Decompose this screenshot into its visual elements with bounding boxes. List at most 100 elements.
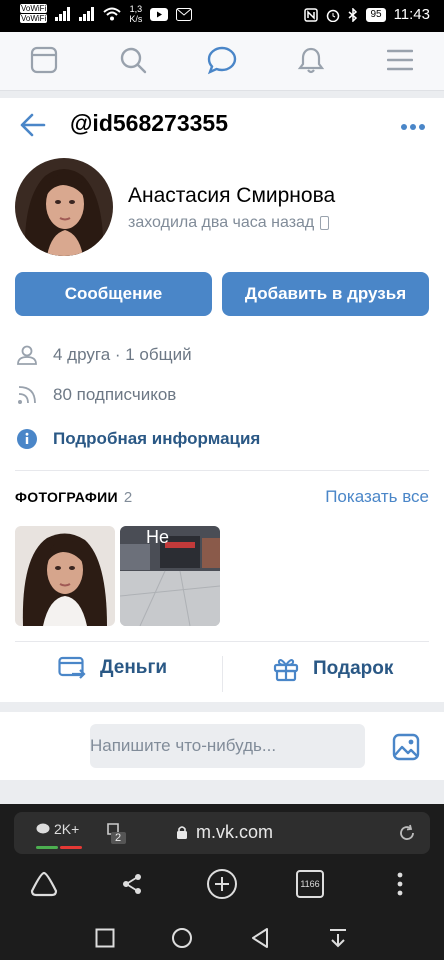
last-seen: заходила два часа назад — [128, 214, 330, 232]
app-top-nav — [0, 32, 444, 91]
nav-search-button[interactable] — [117, 44, 149, 76]
status-time: 11:43 — [393, 6, 430, 23]
arrow-left-icon — [20, 113, 46, 137]
followers-row[interactable]: 80 подписчиков — [15, 383, 176, 407]
refresh-icon[interactable] — [398, 824, 416, 842]
download-arrow-icon — [330, 929, 346, 948]
mobile-icon — [320, 216, 330, 230]
nav-feed-button[interactable] — [28, 44, 60, 76]
tabs-badge[interactable]: 2K+ — [36, 821, 79, 837]
lock-icon — [177, 826, 187, 839]
more-icon — [401, 124, 425, 130]
nav-messages-button[interactable] — [206, 44, 238, 76]
tabs-badge-count: 2K+ — [54, 821, 80, 837]
search-icon — [120, 47, 147, 74]
photo-overlay-text: He — [146, 527, 169, 547]
mall-photo: He — [120, 526, 220, 626]
profile-card: @id568273355 Анастасия Смирнова заходила… — [0, 98, 444, 702]
details-row[interactable]: Подробная информация — [15, 427, 260, 451]
bluetooth-icon — [348, 7, 358, 22]
money-transfer-icon — [58, 656, 86, 679]
wifi-tag-2: VoWiFi — [20, 14, 48, 23]
money-label: Деньги — [100, 657, 168, 678]
bell-icon — [297, 47, 325, 74]
last-seen-text: заходила два часа назад — [128, 214, 315, 231]
friends-text: 4 друга · 1 общий — [53, 345, 192, 364]
nav-menu-button[interactable] — [384, 44, 416, 76]
net-speed: 1,3 K/s — [129, 4, 142, 24]
message-input-placeholder: Напишите что-нибудь... — [90, 736, 277, 755]
attach-photo-button[interactable] — [392, 733, 420, 761]
message-input[interactable]: Напишите что-нибудь... — [90, 724, 365, 768]
nav-notifications-button[interactable] — [295, 44, 327, 76]
browser-chrome: 2K+ 2 m.vk.com 1166 — [0, 804, 444, 960]
tabs-counter: 1166 — [296, 870, 324, 898]
status-bar: VoWiFi VoWiFi 1,3 K/s 95 11:43 — [0, 0, 444, 32]
image-icon — [392, 733, 420, 761]
circle-icon — [172, 928, 192, 948]
show-all-photos-link[interactable]: Показать все — [325, 487, 429, 507]
tab-group-button[interactable]: 2 — [102, 820, 128, 851]
section-divider — [15, 470, 429, 471]
photos-count: 2 — [123, 489, 133, 506]
square-icon — [95, 928, 115, 948]
browser-menu-button[interactable] — [382, 866, 418, 902]
plus-circle-icon — [207, 869, 237, 899]
photos-title-text: ФОТОГРАФИИ — [15, 489, 118, 505]
hide-keyboard-button[interactable] — [320, 920, 356, 956]
feed-icon — [30, 46, 58, 74]
avatar-photo — [15, 158, 113, 256]
details-link[interactable]: Подробная информация — [53, 429, 260, 449]
info-icon — [15, 427, 39, 451]
recent-apps-button[interactable] — [87, 920, 123, 956]
browser-home-icon — [30, 871, 58, 897]
profile-handle: @id568273355 — [70, 110, 228, 136]
kebab-menu-icon — [397, 872, 403, 896]
tab-group-count: 2 — [115, 832, 122, 844]
photo-thumbnail-1[interactable] — [15, 526, 115, 626]
tabs-switcher-button[interactable]: 1166 — [292, 866, 328, 902]
gift-label: Подарок — [313, 658, 394, 679]
triangle-back-icon — [252, 928, 268, 948]
back-button[interactable] — [18, 112, 48, 138]
photo-thumbnail-2[interactable]: He — [120, 526, 220, 626]
user-icon — [15, 343, 39, 367]
gift-icon — [273, 659, 299, 682]
share-icon — [123, 874, 141, 894]
wifi-calling-indicator: VoWiFi VoWiFi — [20, 4, 48, 24]
followers-text: 80 подписчиков — [53, 385, 177, 404]
new-tab-button[interactable] — [204, 866, 240, 902]
net-speed-value: 1,3 — [129, 4, 143, 14]
tabs-counter-value: 1166 — [300, 879, 320, 889]
portrait-photo — [15, 526, 115, 626]
home-button[interactable] — [26, 866, 62, 902]
messages-icon — [207, 46, 237, 75]
signal-icon-2 — [79, 7, 95, 21]
menu-icon — [387, 49, 413, 71]
gift-button[interactable]: Подарок — [273, 656, 393, 682]
section-divider-2 — [15, 641, 429, 642]
more-options-button[interactable] — [400, 118, 426, 130]
message-button[interactable]: Сообщение — [15, 272, 212, 316]
address-bar[interactable]: 2K+ 2 m.vk.com — [14, 812, 430, 854]
nfc-icon — [304, 7, 319, 22]
status-underline — [36, 846, 82, 849]
photos-section-title: ФОТОГРАФИИ 2 — [15, 489, 132, 506]
wifi-icon — [103, 7, 122, 21]
money-button[interactable]: Деньги — [58, 656, 167, 680]
url-text: m.vk.com — [196, 822, 274, 842]
net-speed-unit: K/s — [129, 14, 143, 24]
system-back-button[interactable] — [242, 920, 278, 956]
profile-name: Анастасия Смирнова — [128, 184, 336, 207]
share-button[interactable] — [114, 866, 150, 902]
rss-icon — [15, 383, 39, 407]
youtube-icon — [150, 7, 169, 21]
friends-row[interactable]: 4 друга · 1 общий — [15, 343, 192, 367]
action-separator — [222, 656, 223, 692]
wifi-tag-1: VoWiFi — [20, 4, 48, 13]
battery-indicator: 95 — [366, 7, 386, 22]
system-home-button[interactable] — [164, 920, 200, 956]
add-friend-button[interactable]: Добавить в друзья — [222, 272, 429, 316]
alarm-icon — [327, 9, 340, 22]
avatar[interactable] — [15, 158, 113, 256]
